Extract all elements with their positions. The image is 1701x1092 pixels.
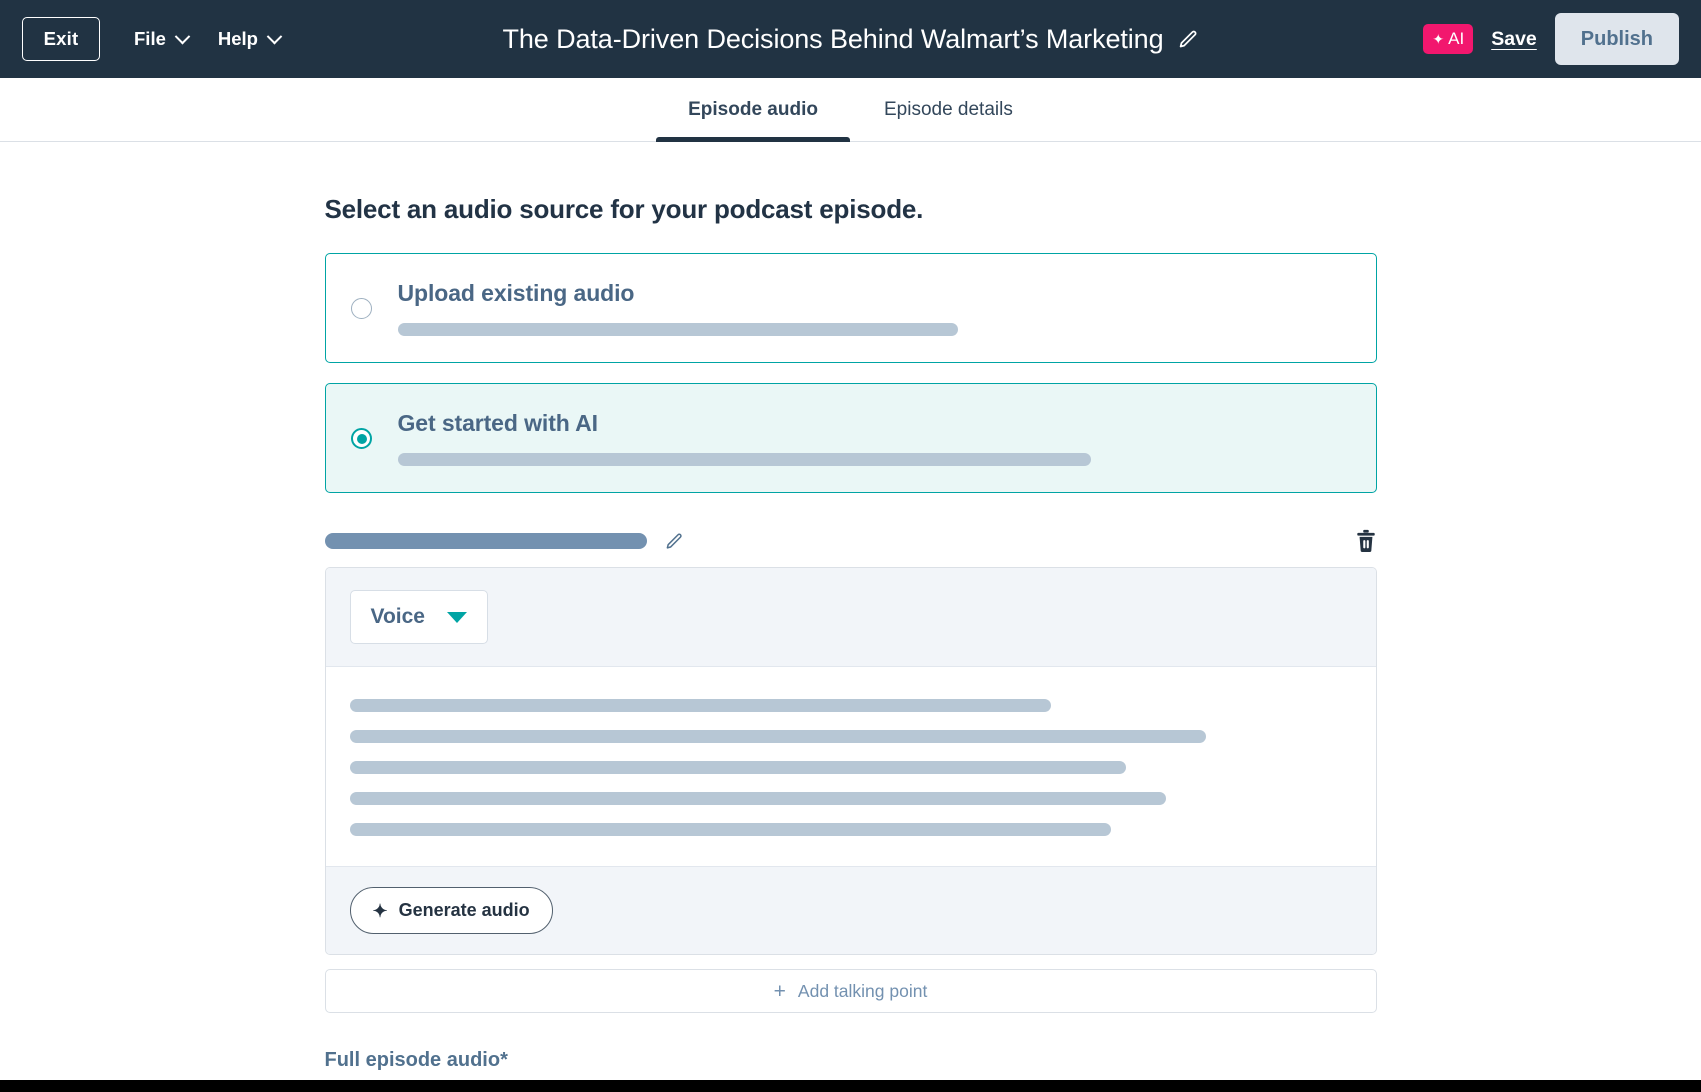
talking-point-body[interactable] <box>326 667 1376 866</box>
page-title: The Data-Driven Decisions Behind Walmart… <box>502 24 1163 55</box>
radio-slot <box>326 410 398 449</box>
top-app-bar: Exit File Help The Data-Driven Decisions… <box>0 0 1701 78</box>
audio-source-upload-label: Upload existing audio <box>398 280 1348 307</box>
chevron-down-icon <box>447 612 467 623</box>
tab-episode-details-label: Episode details <box>884 99 1013 121</box>
audio-source-option-upload[interactable]: Upload existing audio <box>325 253 1377 363</box>
pencil-icon[interactable] <box>665 532 684 551</box>
exit-button[interactable]: Exit <box>22 17 100 61</box>
menu-file-label: File <box>134 28 166 50</box>
audio-source-ai-label: Get started with AI <box>398 410 1348 437</box>
audio-source-option-ai[interactable]: Get started with AI <box>325 383 1377 493</box>
placeholder-bar <box>398 453 1092 466</box>
talking-point-header: Voice <box>326 568 1376 667</box>
generate-audio-label: Generate audio <box>399 900 530 921</box>
ai-badge[interactable]: ✦ AI <box>1423 24 1473 54</box>
menu-help[interactable]: Help <box>218 28 280 50</box>
tab-episode-audio-label: Episode audio <box>688 99 818 121</box>
placeholder-line <box>350 761 1127 774</box>
add-talking-point-label: Add talking point <box>798 981 927 1002</box>
full-episode-audio-label: Full episode audio* <box>325 1049 1377 1072</box>
talking-point-card: Voice ✦ Generate audio <box>325 567 1377 955</box>
radio-button-upload[interactable] <box>351 298 372 319</box>
talking-point-title-row <box>325 527 1377 555</box>
placeholder-bar <box>398 323 959 336</box>
audio-source-body: Upload existing audio <box>398 280 1376 336</box>
generate-audio-button[interactable]: ✦ Generate audio <box>350 887 553 934</box>
voice-select[interactable]: Voice <box>350 590 488 644</box>
ai-badge-label: AI <box>1448 29 1464 49</box>
chevron-down-icon <box>175 28 191 44</box>
radio-slot <box>326 280 398 319</box>
tab-episode-details[interactable]: Episode details <box>880 78 1017 141</box>
add-talking-point-button[interactable]: + Add talking point <box>325 969 1377 1013</box>
pencil-icon[interactable] <box>1178 29 1199 50</box>
menu-file[interactable]: File <box>134 28 188 50</box>
menu-help-label: Help <box>218 28 258 50</box>
placeholder-line <box>350 792 1167 805</box>
talking-point-footer: ✦ Generate audio <box>326 866 1376 954</box>
placeholder-line <box>350 823 1112 836</box>
radio-button-ai[interactable] <box>351 428 372 449</box>
sparkle-icon: ✦ <box>1432 32 1444 46</box>
plus-icon: + <box>774 981 786 1002</box>
tab-bar: Episode audio Episode details <box>0 78 1701 142</box>
chevron-down-icon <box>267 28 283 44</box>
sparkle-icon: ✦ <box>373 902 388 920</box>
talking-point-title-placeholder <box>325 533 647 549</box>
voice-select-label: Voice <box>371 605 425 629</box>
placeholder-line <box>350 699 1051 712</box>
publish-button[interactable]: Publish <box>1555 13 1679 65</box>
section-heading: Select an audio source for your podcast … <box>325 194 1377 225</box>
audio-source-body: Get started with AI <box>398 410 1376 466</box>
top-bar-actions: ✦ AI Save Publish <box>1423 13 1679 65</box>
tab-episode-audio[interactable]: Episode audio <box>684 78 822 141</box>
menu-bar: File Help <box>134 28 280 50</box>
trash-icon[interactable] <box>1355 529 1377 553</box>
placeholder-line <box>350 730 1207 743</box>
save-button[interactable]: Save <box>1491 28 1537 51</box>
main-content: Select an audio source for your podcast … <box>0 142 1701 1092</box>
bottom-bar <box>0 1080 1701 1092</box>
